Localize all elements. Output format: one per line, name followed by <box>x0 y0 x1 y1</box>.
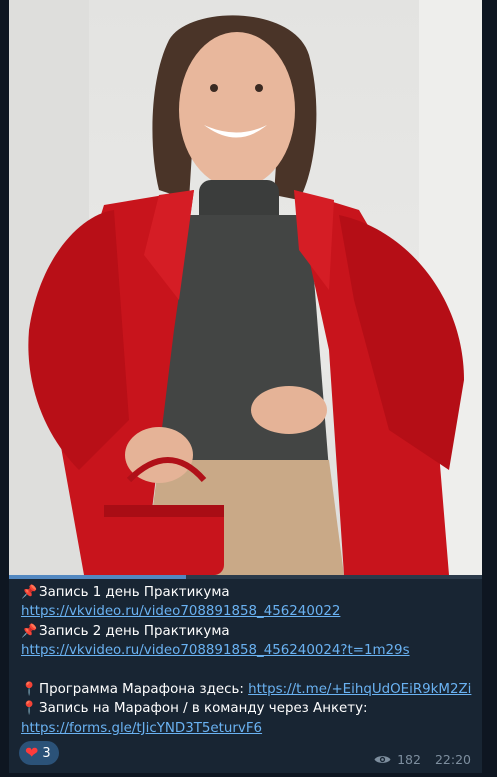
video-progress-bar[interactable] <box>9 575 482 579</box>
post-line-1-text: Запись 1 день Практикума <box>39 585 230 600</box>
program-text: Программа Марафона здесь: <box>39 682 249 698</box>
post-time: 22:20 <box>434 752 471 767</box>
eye-icon <box>374 754 391 765</box>
post-line-2: https://vkvideo.ru/video708891858_456240… <box>21 602 476 621</box>
post-line-4: https://vkvideo.ru/video708891858_456240… <box>21 641 476 660</box>
post-line-3-text: Запись 2 день Практикума <box>39 623 230 639</box>
bottom-divider <box>0 773 497 777</box>
vkvideo-link-day-2[interactable]: https://vkvideo.ru/video708891858_456240… <box>21 643 410 658</box>
channel-post: 📌 Запись 1 день Практикума https://vkvide… <box>9 0 482 773</box>
post-line-1: 📌 Запись 1 день Практикума <box>21 583 476 602</box>
pushpin-icon: 📌 <box>21 623 38 639</box>
signup-text: Запись на Марафон / в команду через Анке… <box>39 701 368 717</box>
post-line-signup: 📍 Запись на Марафон / в команду через Анк… <box>21 699 476 718</box>
post-photo[interactable] <box>9 0 482 575</box>
video-progress-fill <box>9 575 187 579</box>
post-line-3: 📌 Запись 2 день Практикума <box>21 622 476 641</box>
telegram-program-link[interactable]: https://t.me/+EihqUdOEiR9kM2Zi <box>248 682 471 697</box>
vkvideo-link-day-1[interactable]: https://vkvideo.ru/video708891858_456240… <box>21 604 340 619</box>
post-blank-line <box>21 661 476 680</box>
post-line-form: https://forms.gle/tJicYND3T5eturvF6 <box>21 719 476 738</box>
post-text: 📌 Запись 1 день Практикума https://vkvide… <box>21 583 476 738</box>
scrollbar-track[interactable] <box>482 0 497 777</box>
round-pushpin-icon: 📍 <box>21 701 38 717</box>
heart-reaction-button[interactable]: ❤ 3 <box>19 741 59 765</box>
pushpin-icon: 📌 <box>21 585 38 600</box>
post-line-program: 📍 Программа Марафона здесь: https://t.me/… <box>21 680 476 699</box>
google-form-link[interactable]: https://forms.gle/tJicYND3T5eturvF6 <box>21 721 262 736</box>
photo-illustration <box>9 0 482 575</box>
heart-icon: ❤ <box>25 743 39 762</box>
post-meta: 182 22:20 <box>374 752 471 767</box>
round-pushpin-icon: 📍 <box>21 682 38 698</box>
reaction-count: 3 <box>42 745 51 761</box>
view-count: 182 <box>397 752 421 767</box>
